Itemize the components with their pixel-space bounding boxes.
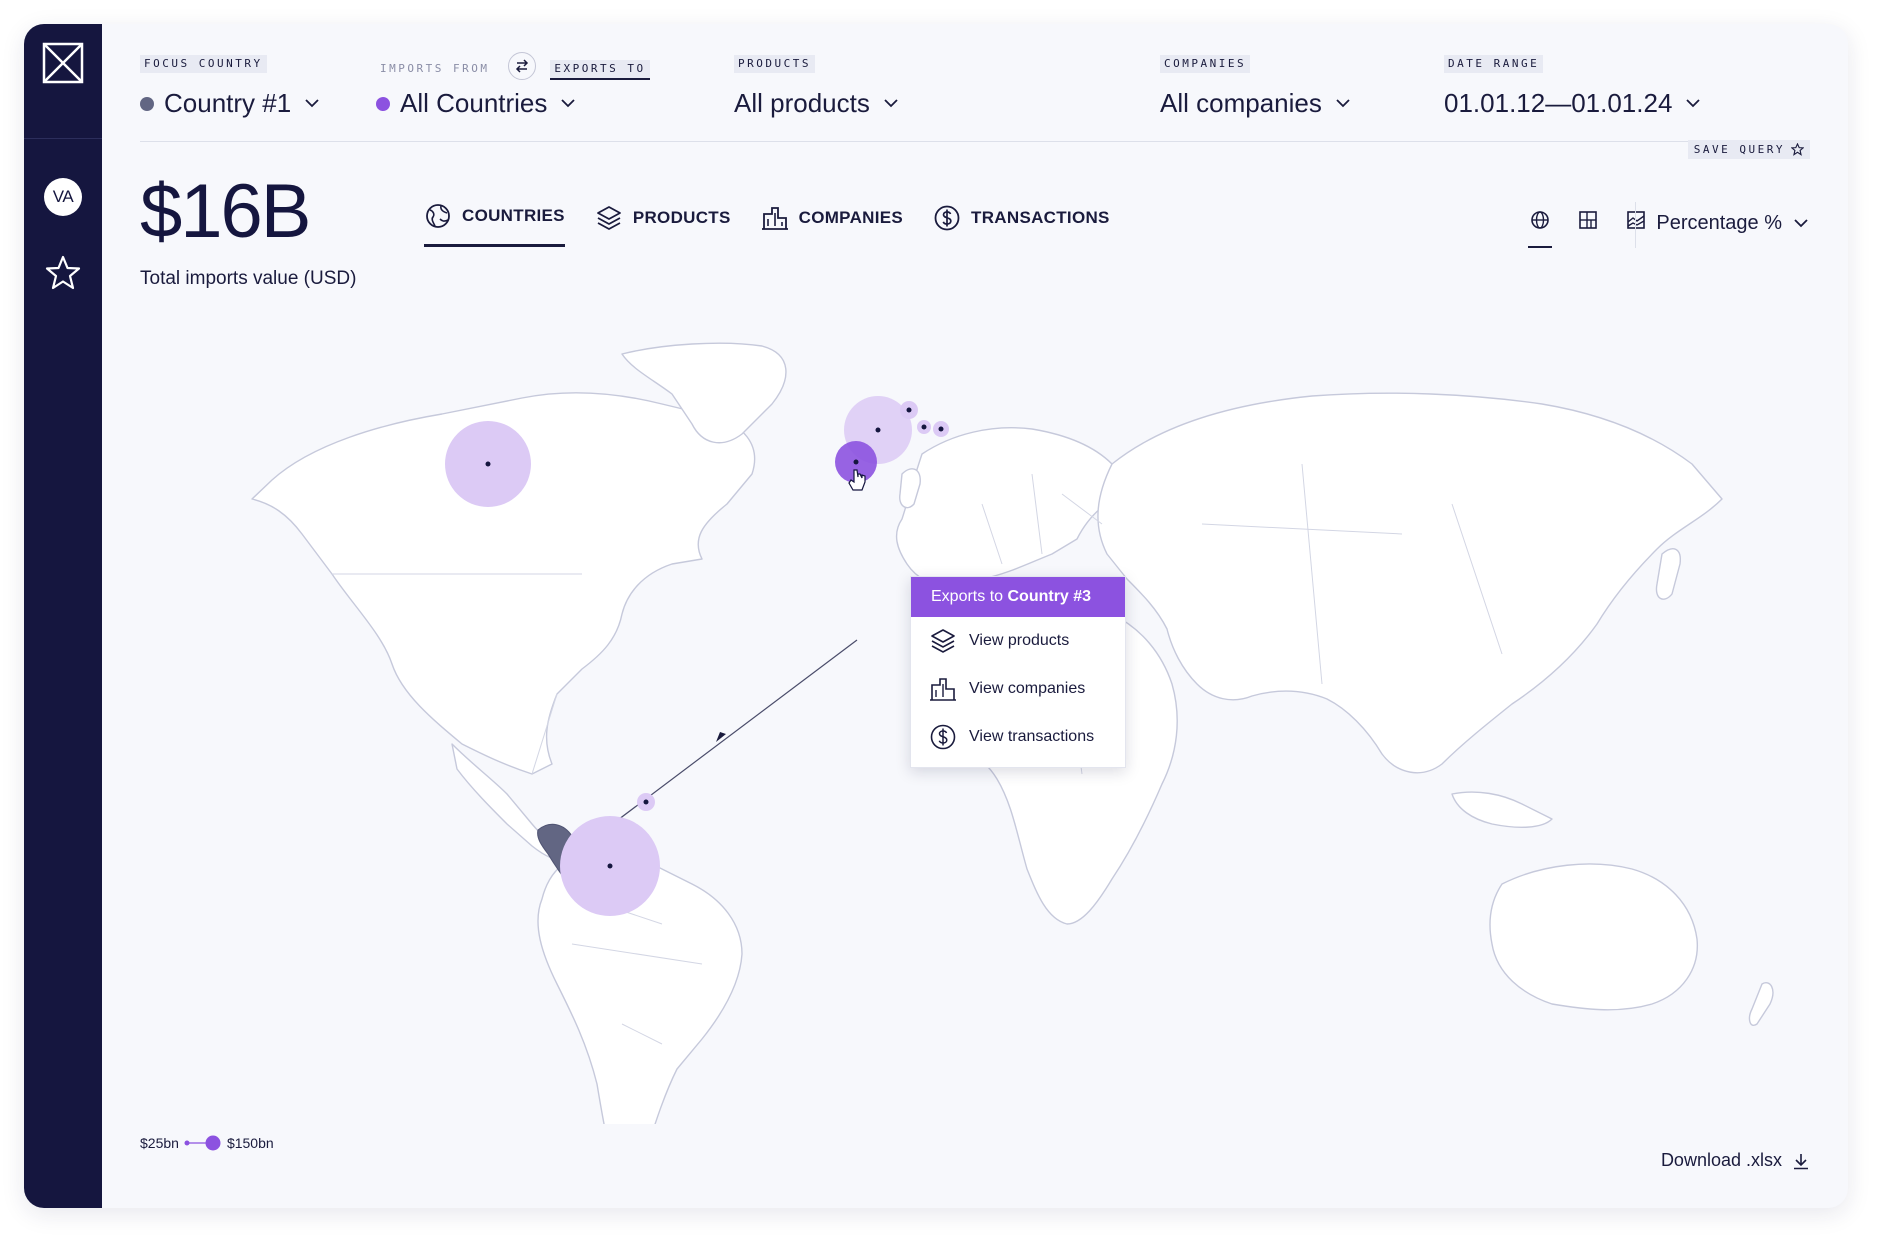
focus-country-dot	[140, 96, 154, 111]
companies-value: All companies	[1160, 88, 1322, 118]
app-window: VA FOCUS COUNTRY Country #1 IMPORTS FROM…	[24, 24, 1848, 1208]
star-icon	[1791, 143, 1804, 156]
metric-select-value: Percentage %	[1656, 212, 1782, 234]
sidebar: VA	[24, 24, 102, 1208]
total-value-caption: Total imports value (USD)	[140, 268, 357, 289]
save-query-button[interactable]: SAVE QUERY	[1687, 140, 1810, 159]
view-mode-switcher	[1528, 208, 1648, 248]
swap-arrows-icon[interactable]	[507, 52, 536, 80]
chevron-down-icon	[884, 99, 898, 108]
australia	[1489, 863, 1698, 1011]
date-range-label: DATE RANGE	[1444, 55, 1544, 73]
imports-from-toggle[interactable]: IMPORTS FROM	[376, 60, 493, 78]
sidebar-divider	[24, 138, 102, 139]
tooltip-header: Exports to Country #3	[911, 577, 1125, 617]
companies-filter: COMPANIES All companies	[1160, 54, 1350, 118]
new-zealand	[1748, 982, 1774, 1026]
date-range-filter: DATE RANGE 01.01.12—01.01.24	[1444, 54, 1701, 118]
legend-scale	[184, 1135, 221, 1151]
view-products-label: View products	[969, 632, 1070, 649]
view-products-link[interactable]: View products	[911, 617, 1125, 665]
main-panel: FOCUS COUNTRY Country #1 IMPORTS FROM EX…	[102, 24, 1848, 1208]
app-logo-icon[interactable]	[42, 42, 84, 84]
bubble-center-dot	[906, 407, 912, 413]
treemap-view-icon[interactable]	[1576, 208, 1600, 246]
dollar-circle-icon	[934, 205, 960, 230]
legend-max-label: $150bn	[226, 1135, 274, 1151]
partner-country-select[interactable]: All Countries	[376, 88, 576, 119]
globe-view-icon[interactable]	[1528, 208, 1552, 248]
bubble-center-dot	[853, 459, 859, 465]
trade-flow-arrow	[716, 732, 726, 742]
download-icon	[1794, 1153, 1808, 1169]
japan	[1655, 548, 1681, 600]
southeast-asia-islands	[1451, 791, 1553, 828]
star-icon[interactable]	[44, 254, 82, 292]
products-value: All products	[734, 88, 870, 118]
avatar[interactable]: VA	[44, 178, 82, 216]
trade-direction-filter: IMPORTS FROM EXPORTS TO All Countries	[376, 52, 650, 118]
view-companies-label: View companies	[969, 680, 1086, 697]
date-range-select[interactable]: 01.01.12—01.01.24	[1444, 88, 1701, 119]
header-divider	[140, 141, 1810, 142]
europe-landmass	[895, 427, 1123, 587]
bubble-center-dot	[643, 799, 649, 805]
area-chart-view-icon[interactable]	[1624, 208, 1648, 246]
tab-products-label: PRODUCTS	[632, 207, 731, 227]
tooltip-country: Country #3	[1007, 588, 1092, 605]
focus-country-select[interactable]: Country #1	[140, 88, 319, 119]
chevron-down-icon	[1686, 99, 1701, 108]
focus-country-value: Country #1	[164, 88, 292, 118]
bubble-center-dot	[875, 427, 881, 433]
total-value: $16B	[140, 169, 311, 254]
dollar-circle-icon	[930, 724, 956, 750]
bubble-center-dot	[485, 461, 491, 467]
metric-select[interactable]: Percentage %	[1656, 212, 1808, 235]
view-companies-link[interactable]: View companies	[911, 665, 1125, 713]
bubble-center-dot	[921, 424, 927, 430]
download-label: Download .xlsx	[1660, 1150, 1782, 1170]
chevron-down-icon	[305, 99, 319, 108]
legend-min-label: $25bn	[140, 1135, 179, 1151]
layers-icon	[596, 205, 621, 230]
view-transactions-label: View transactions	[969, 728, 1095, 745]
view-tabs: COUNTRIES PRODUCTS COMPANIES TRANSACTION…	[424, 202, 1110, 247]
asia-landmass	[1097, 392, 1723, 774]
tab-companies[interactable]: COMPANIES	[761, 202, 903, 247]
focus-country-filter: FOCUS COUNTRY Country #1	[140, 54, 319, 118]
view-transactions-link[interactable]: View transactions	[911, 713, 1125, 767]
building-icon	[930, 678, 956, 701]
products-filter: PRODUCTS All products	[734, 54, 898, 118]
download-button[interactable]: Download .xlsx	[1661, 1150, 1810, 1171]
chevron-down-icon	[1794, 219, 1808, 228]
tab-transactions[interactable]: TRANSACTIONS	[933, 202, 1110, 247]
companies-label: COMPANIES	[1160, 55, 1251, 73]
exports-to-toggle[interactable]: EXPORTS TO	[550, 60, 650, 81]
companies-select[interactable]: All companies	[1160, 88, 1350, 119]
tab-countries[interactable]: COUNTRIES	[424, 202, 565, 247]
tab-transactions-label: TRANSACTIONS	[971, 207, 1110, 227]
tab-companies-label: COMPANIES	[798, 207, 904, 227]
save-query-label: SAVE QUERY	[1693, 143, 1785, 156]
toolbar-divider	[1635, 202, 1636, 248]
partner-country-dot	[376, 96, 390, 111]
bubble-size-legend: $25bn $150bn	[140, 1134, 274, 1152]
building-icon	[761, 206, 788, 230]
bubble-center-dot	[607, 863, 613, 869]
tab-countries-label: COUNTRIES	[462, 206, 565, 225]
products-label: PRODUCTS	[734, 55, 815, 73]
tab-products[interactable]: PRODUCTS	[595, 202, 731, 247]
focus-country-label: FOCUS COUNTRY	[140, 55, 267, 73]
date-range-value: 01.01.12—01.01.24	[1444, 88, 1673, 118]
products-select[interactable]: All products	[734, 88, 898, 119]
tooltip-prefix: Exports to	[931, 588, 1008, 605]
layers-icon	[931, 629, 955, 653]
chevron-down-icon	[1336, 99, 1350, 108]
partner-country-value: All Countries	[400, 88, 548, 118]
chevron-down-icon	[561, 99, 576, 108]
globe-icon	[426, 204, 450, 228]
country-tooltip: Exports to Country #3 View products View…	[910, 576, 1126, 768]
bubble-center-dot	[938, 426, 944, 432]
